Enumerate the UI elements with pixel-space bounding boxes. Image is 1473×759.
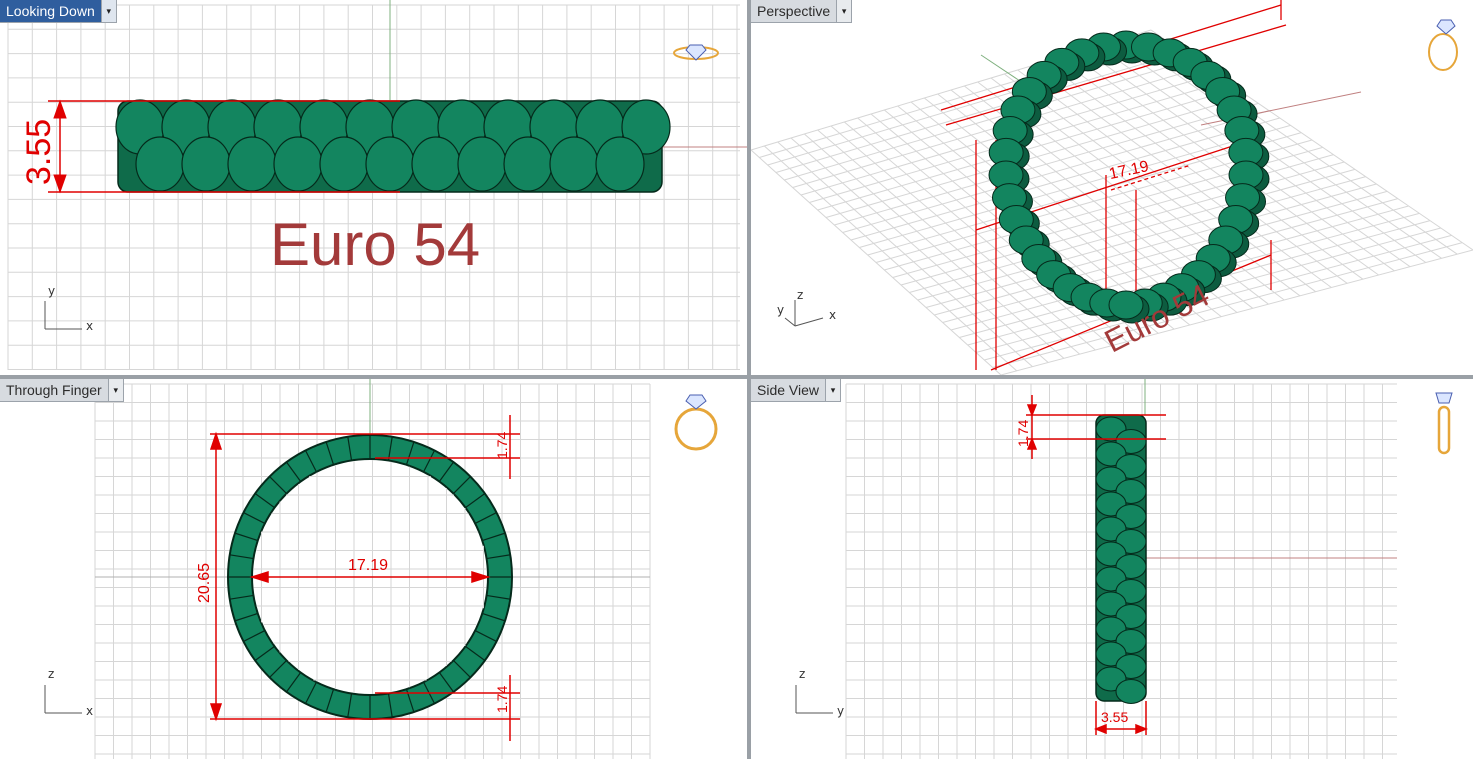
looking-down-canvas[interactable]	[0, 0, 747, 375]
gem	[1115, 678, 1147, 705]
viewport-title-tab[interactable]: Perspective ▾	[751, 0, 853, 23]
viewport-through-finger[interactable]: 20.65 17.19 1.74 1.74 z x Through Finger…	[0, 379, 747, 759]
ring-view-widget-icon[interactable]	[1423, 16, 1465, 74]
axis-triad	[44, 685, 82, 714]
dimension-label-thickness-bottom: 1.74	[494, 685, 510, 713]
ring-view-widget-icon[interactable]	[670, 391, 722, 453]
ring-gems[interactable]	[1095, 416, 1147, 705]
gem	[549, 136, 599, 192]
gem	[319, 136, 369, 192]
axis-triad	[795, 685, 833, 714]
dimension-label-band-width: 3.55	[1101, 709, 1129, 725]
dimension-label-inner-diameter: 17.19	[348, 557, 389, 574]
gem	[227, 136, 277, 192]
viewport-title-tab[interactable]: Through Finger ▾	[0, 379, 124, 402]
side-view-canvas[interactable]	[751, 379, 1473, 759]
viewport-title: Through Finger	[6, 382, 102, 398]
viewport-menu-dropdown-icon[interactable]: ▾	[825, 379, 841, 401]
dimension-label-thickness-top: 1.74	[494, 431, 510, 459]
gem	[135, 136, 185, 192]
dimension-label-outer-diameter: 20.65	[196, 562, 213, 603]
viewport-title-tab[interactable]: Looking Down ▾	[0, 0, 117, 23]
viewport-menu-dropdown-icon[interactable]: ▾	[107, 379, 123, 401]
viewport-title: Perspective	[757, 3, 831, 19]
gem	[181, 136, 231, 192]
viewport-looking-down[interactable]: 3.55 Euro 54 y x Looking Down ▾	[0, 0, 747, 375]
gem	[595, 136, 645, 192]
gem	[411, 136, 461, 192]
viewport-title-tab[interactable]: Side View ▾	[751, 379, 842, 402]
viewport-side-view[interactable]: 1.74 3.55 z y Side View ▾	[751, 379, 1473, 759]
viewport-perspective[interactable]: 17.19 Euro 54 z y x Perspective ▾	[751, 0, 1473, 375]
viewport-menu-dropdown-icon[interactable]: ▾	[836, 0, 852, 22]
gem	[273, 136, 323, 192]
ring-view-widget-icon[interactable]	[1431, 391, 1457, 457]
ring-view-widget-icon[interactable]	[670, 38, 722, 66]
viewport-title: Looking Down	[6, 3, 95, 19]
viewport-title: Side View	[757, 382, 820, 398]
dimension-label-thickness: 1.74	[1015, 419, 1031, 447]
perspective-canvas[interactable]	[751, 0, 1473, 375]
viewport-menu-dropdown-icon[interactable]: ▾	[100, 0, 116, 22]
axis-triad	[784, 300, 824, 327]
gem	[457, 136, 507, 192]
axis-triad	[44, 301, 82, 330]
dimension-label-band-width: 3.55	[20, 118, 58, 185]
size-label: Euro 54	[270, 211, 481, 278]
gem	[365, 136, 415, 192]
gem	[503, 136, 553, 192]
ring-gems[interactable]	[115, 99, 671, 193]
